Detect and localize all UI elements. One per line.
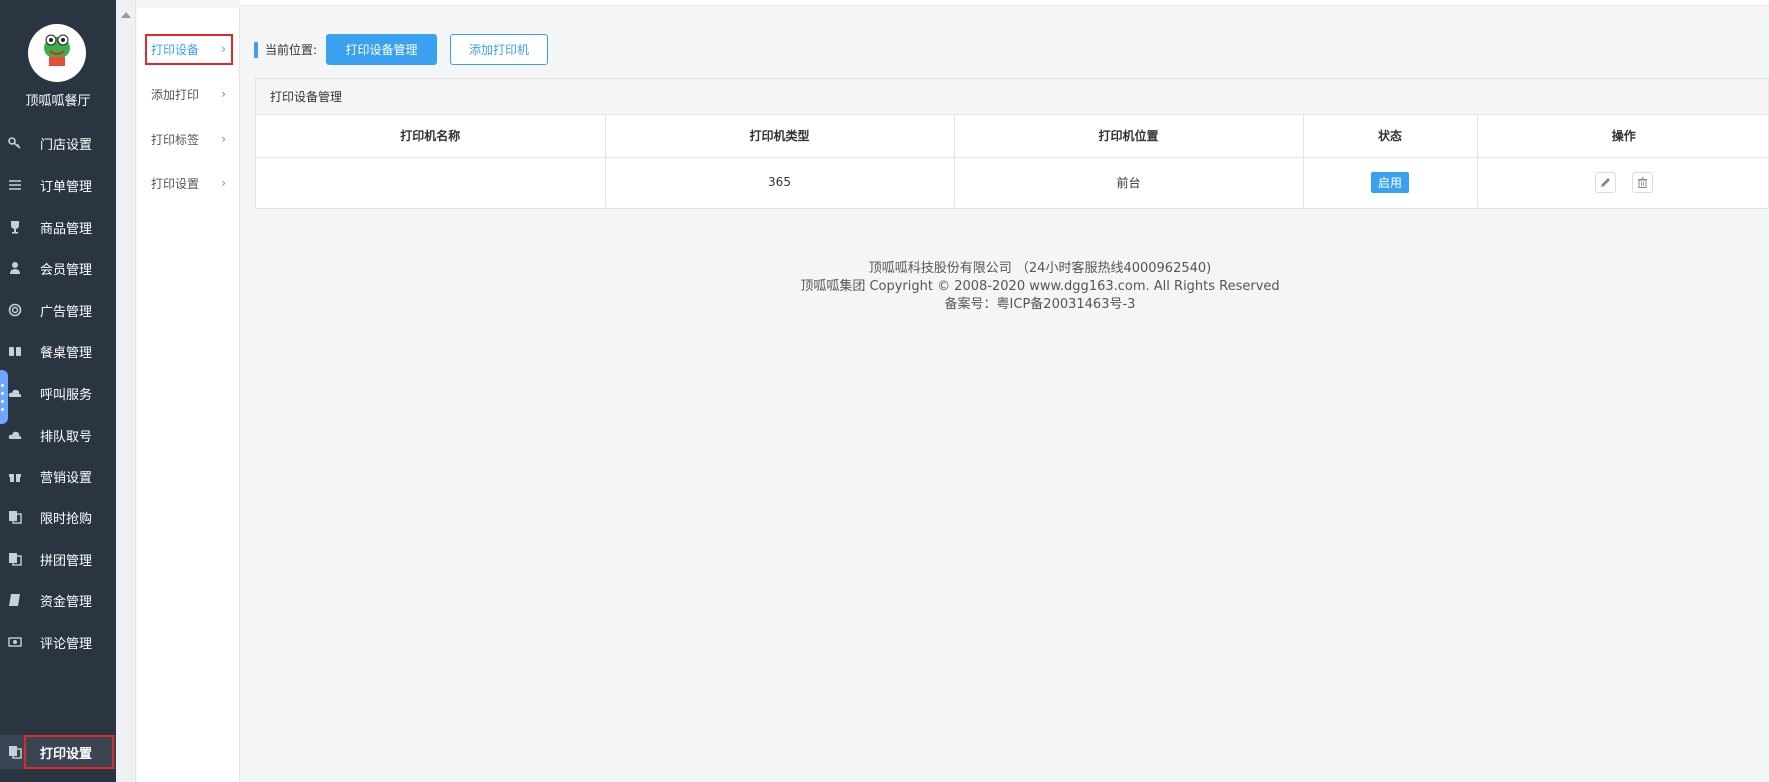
chevron-right-icon: › bbox=[221, 176, 226, 190]
sidebar-item-members[interactable]: 会员管理 bbox=[0, 248, 116, 288]
column-header: 操作 bbox=[1477, 115, 1769, 158]
sidebar-item-call-service[interactable]: 呼叫服务 bbox=[0, 373, 116, 413]
sidebar-item-marketing[interactable]: 营销设置 bbox=[0, 456, 116, 496]
submenu-item-label: 添加打印 bbox=[151, 87, 200, 102]
gift-icon bbox=[0, 469, 34, 483]
side-drawer-handle[interactable] bbox=[0, 370, 8, 424]
sidebar-item-label: 订单管理 bbox=[40, 179, 93, 195]
lifebuoy-icon bbox=[0, 303, 34, 317]
printer-name-cell bbox=[256, 157, 606, 207]
printer-table: 打印机名称 打印机类型 打印机位置 状态 操作 365 前台 启用 bbox=[256, 115, 1769, 207]
sidebar-item-ads[interactable]: 广告管理 bbox=[0, 290, 116, 330]
submenu-item-add-print[interactable]: 添加打印 › bbox=[137, 72, 240, 116]
sidebar-item-label: 资金管理 bbox=[40, 594, 93, 610]
footer-copyright: 顶呱呱集团 Copyright © 2008-2020 www.dgg163.c… bbox=[800, 279, 1280, 294]
trash-icon bbox=[1637, 177, 1647, 188]
panel-title: 打印设备管理 bbox=[256, 79, 1768, 115]
actions-cell bbox=[1477, 157, 1769, 207]
printer-location-cell: 前台 bbox=[954, 157, 1304, 207]
submenu-item-print-settings[interactable]: 打印设置 › bbox=[137, 161, 240, 205]
store-name: 顶呱呱餐厅 bbox=[25, 94, 91, 109]
sidebar-item-label: 排队取号 bbox=[40, 429, 93, 445]
sidebar-item-label: 餐桌管理 bbox=[40, 345, 93, 361]
highlight-box-submenu bbox=[145, 34, 233, 65]
column-header: 打印机名称 bbox=[256, 115, 606, 158]
main-sidebar: 顶呱呱餐厅 门店设置 订单管理 商品管理 会员管理 广告管理 餐桌管理 呼叫服务… bbox=[0, 0, 116, 782]
printer-type-cell: 365 bbox=[605, 157, 955, 207]
sidebar-item-orders[interactable]: 订单管理 bbox=[0, 165, 116, 205]
key-icon bbox=[0, 136, 34, 150]
sidebar-item-label: 呼叫服务 bbox=[40, 387, 93, 403]
copy-icon bbox=[0, 552, 34, 566]
status-cell: 启用 bbox=[1303, 157, 1478, 207]
binoculars-icon bbox=[0, 344, 34, 358]
top-bar bbox=[240, 0, 1769, 6]
table-header-row: 打印机名称 打印机类型 打印机位置 状态 操作 bbox=[256, 115, 1769, 158]
column-header: 打印机类型 bbox=[605, 115, 955, 158]
sidebar-scrollbar[interactable] bbox=[116, 0, 136, 782]
highlight-box-sidebar bbox=[24, 735, 114, 769]
column-header: 打印机位置 bbox=[954, 115, 1304, 158]
pencil-icon bbox=[1600, 177, 1610, 187]
status-badge[interactable]: 启用 bbox=[1370, 171, 1409, 193]
sidebar-item-label: 门店设置 bbox=[40, 137, 93, 153]
footer-company: 顶呱呱科技股份有限公司 （24小时客服热线4000962540) bbox=[868, 261, 1212, 276]
book-icon bbox=[0, 593, 34, 607]
table-row: 365 前台 启用 bbox=[256, 157, 1769, 207]
breadcrumb-marker bbox=[254, 42, 258, 58]
sidebar-item-label: 拼团管理 bbox=[40, 553, 93, 569]
copy-icon bbox=[0, 510, 34, 524]
sidebar-item-tables[interactable]: 餐桌管理 bbox=[0, 331, 116, 371]
sidebar-item-label: 商品管理 bbox=[40, 221, 93, 237]
page-footer: 顶呱呱科技股份有限公司 （24小时客服热线4000962540) 顶呱呱集团 C… bbox=[580, 260, 1500, 314]
sidebar-item-label: 限时抢购 bbox=[40, 511, 93, 527]
cloud-icon bbox=[0, 428, 34, 442]
add-printer-button[interactable]: 添加打印机 bbox=[450, 34, 548, 65]
breadcrumb-label: 当前位置: bbox=[265, 43, 318, 57]
print-device-management-button[interactable]: 打印设备管理 bbox=[326, 34, 437, 65]
sidebar-item-label: 营销设置 bbox=[40, 470, 93, 486]
sidebar-item-queue[interactable]: 排队取号 bbox=[0, 415, 116, 455]
user-icon bbox=[0, 261, 34, 275]
store-logo bbox=[28, 24, 86, 82]
trophy-icon bbox=[0, 220, 34, 234]
sidebar-item-funds[interactable]: 资金管理 bbox=[0, 580, 116, 620]
sidebar-item-store-settings[interactable]: 门店设置 bbox=[0, 123, 116, 163]
sidebar-item-label: 会员管理 bbox=[40, 262, 93, 278]
sidebar-item-label: 评论管理 bbox=[40, 636, 93, 652]
submenu: 打印设备 › 添加打印 › 打印标签 › 打印设置 › bbox=[137, 8, 240, 782]
printer-panel: 打印设备管理 打印机名称 打印机类型 打印机位置 状态 操作 365 前台 启用 bbox=[255, 78, 1769, 209]
sidebar-item-reviews[interactable]: 评论管理 bbox=[0, 622, 116, 662]
delete-button[interactable] bbox=[1631, 171, 1653, 193]
sidebar-item-label: 广告管理 bbox=[40, 304, 93, 320]
submenu-item-label: 打印设置 bbox=[151, 176, 200, 191]
edit-button[interactable] bbox=[1594, 171, 1616, 193]
sidebar-item-group-buy[interactable]: 拼团管理 bbox=[0, 539, 116, 579]
chevron-right-icon: › bbox=[221, 87, 226, 101]
sidebar-item-products[interactable]: 商品管理 bbox=[0, 207, 116, 247]
submenu-item-label: 打印标签 bbox=[151, 132, 200, 147]
scroll-up-icon[interactable] bbox=[121, 12, 131, 18]
column-header: 状态 bbox=[1303, 115, 1478, 158]
footer-icp: 备案号：粤ICP备20031463号-3 bbox=[944, 297, 1136, 312]
chevron-right-icon: › bbox=[221, 132, 226, 146]
sidebar-item-flash-sale[interactable]: 限时抢购 bbox=[0, 497, 116, 537]
money-icon bbox=[0, 635, 34, 649]
list-icon bbox=[0, 178, 34, 192]
submenu-item-print-labels[interactable]: 打印标签 › bbox=[137, 117, 240, 161]
